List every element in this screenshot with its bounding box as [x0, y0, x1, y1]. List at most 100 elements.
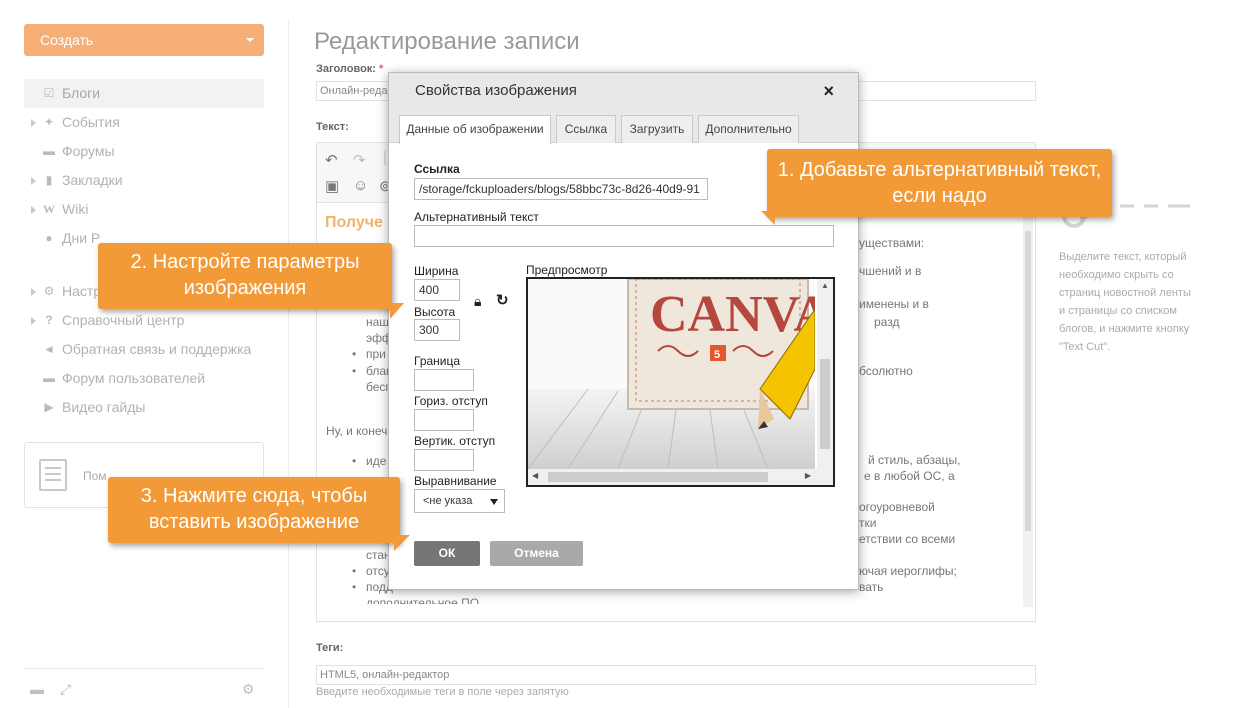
create-button[interactable]: Создать [24, 24, 264, 56]
sidebar-item-help-center[interactable]: ? Справочный центр [24, 306, 264, 335]
expand-window-icon[interactable]: ⤢ [60, 681, 71, 698]
tab-link[interactable]: Ссылка [556, 115, 616, 143]
vspace-label: Вертик. отступ [414, 434, 496, 448]
cancel-button[interactable]: Отмена [490, 541, 583, 566]
sidebar-item-blogs[interactable]: ☑ Блоги [24, 79, 264, 108]
expand-icon[interactable] [31, 177, 36, 185]
editor-text: вать [859, 580, 884, 594]
tab-image-info[interactable]: Данные об изображении [399, 115, 551, 144]
close-icon[interactable]: × [823, 81, 834, 102]
editor-text: дополнительное ПО. [366, 596, 483, 604]
sidebar-item-user-forum[interactable]: ▬ Форум пользователей [24, 364, 264, 393]
align-select-value: <не указа [423, 495, 473, 507]
sidebar-item-wiki[interactable]: W Wiki [24, 195, 264, 224]
editor-heading: Получе [325, 214, 383, 231]
image-preview: CANVAS 5 ▲ ◀ ▶ [526, 277, 835, 487]
sidebar-item-label: Справочный центр [62, 312, 185, 328]
toolbar-separator: | [383, 149, 387, 166]
editor-text: отсу [366, 564, 390, 578]
required-marker: * [379, 63, 384, 75]
page-title: Редактирование записи [314, 28, 580, 55]
hspace-label: Гориз. отступ [414, 394, 488, 408]
bookmark-icon: ▮ [45, 173, 53, 187]
sidebar-item-forums[interactable]: ▬ Форумы [24, 137, 264, 166]
editor-text: • [352, 454, 357, 468]
width-input[interactable]: 400 [414, 279, 460, 301]
url-input[interactable]: /storage/fckuploaders/blogs/58bbc73c-8d2… [414, 178, 708, 200]
sidebar-item-feedback[interactable]: ◄ Обратная связь и поддержка [24, 335, 264, 364]
expand-icon[interactable] [31, 288, 36, 296]
chat-icon[interactable]: ▬ [30, 681, 44, 697]
sidebar-item-events[interactable]: ✦ События [24, 108, 264, 137]
sidebar-item-label: Форум пользователей [62, 370, 206, 386]
pin-icon: ✦ [43, 115, 55, 129]
title-label: Заголовок: * [316, 63, 383, 75]
vspace-input[interactable] [414, 449, 474, 471]
callout-size: 2. Настройте параметры изображения [98, 243, 404, 319]
sidebar-item-video-guides[interactable]: ▶ Видео гайды [24, 393, 264, 422]
alt-text-label: Альтернативный текст [414, 210, 539, 224]
preview-scrollbar-thumb[interactable] [820, 359, 830, 449]
sidebar-item-label: Блоги [62, 85, 101, 101]
dialog-title: Свойства изображения [415, 82, 577, 99]
align-select[interactable]: <не указа [414, 489, 505, 513]
editor-scrollbar[interactable] [1023, 207, 1033, 607]
lock-ratio-icon[interactable]: 🔒︎ [474, 293, 481, 310]
callout-text: 3. Нажмите сюда, чтобы вставить изображе… [140, 485, 368, 533]
canvas-logo-image: CANVAS 5 [528, 279, 815, 469]
sidebar-item-label: Форумы [62, 143, 115, 159]
svg-text:5: 5 [714, 349, 720, 361]
expand-icon[interactable] [31, 206, 36, 214]
smiley-icon[interactable]: ☺ [353, 177, 368, 194]
gear-icon[interactable]: ⚙ [242, 681, 255, 698]
height-label: Высота [414, 305, 456, 319]
promo-text: Пом [83, 469, 107, 483]
edit-icon: ☑ [43, 86, 55, 100]
height-input[interactable]: 300 [414, 319, 460, 341]
dialog-header: Свойства изображения × Данные об изображ… [389, 73, 858, 144]
preview-vertical-scrollbar[interactable]: ▲ [817, 279, 833, 469]
tab-advanced[interactable]: Дополнительно [698, 115, 799, 143]
editor-text: тки [859, 516, 877, 530]
expand-icon[interactable] [31, 119, 36, 127]
align-label: Выравнивание [414, 474, 497, 488]
chat-icon: ▬ [43, 144, 55, 158]
url-label: Ссылка [414, 162, 460, 176]
divider [288, 20, 289, 708]
editor-text: й стиль, абзацы, [868, 453, 961, 467]
undo-icon[interactable]: ↶ [325, 151, 338, 169]
ok-button[interactable]: ОК [414, 541, 480, 566]
chevron-down-icon [490, 499, 498, 505]
sidebar-item-label: Видео гайды [62, 399, 146, 415]
create-button-label: Создать [40, 32, 94, 48]
wiki-icon: W [43, 202, 55, 216]
image-icon[interactable]: ▣ [325, 177, 339, 195]
sidebar-footer: ▬ ⤢ ⚙ [24, 668, 264, 708]
editor-text: разд [874, 315, 900, 329]
editor-text: огоуровневой [859, 500, 935, 514]
sidebar-item-label: События [62, 114, 120, 130]
editor-text: • [352, 364, 357, 378]
tab-upload[interactable]: Загрузить [621, 115, 693, 143]
tags-input[interactable]: HTML5, онлайн-редактор [316, 665, 1036, 685]
video-icon: ▶ [44, 400, 54, 414]
editor-text: • [352, 347, 357, 361]
expand-icon[interactable] [31, 317, 36, 325]
redo-icon[interactable]: ↷ [353, 151, 366, 169]
editor-scrollbar-thumb[interactable] [1025, 231, 1031, 531]
editor-text: именены и в [859, 297, 929, 311]
hspace-input[interactable] [414, 409, 474, 431]
border-input[interactable] [414, 369, 474, 391]
preview-scrollbar-thumb[interactable] [548, 472, 768, 482]
editor-text: иде [366, 454, 387, 468]
sidebar-item-bookmarks[interactable]: ▮ Закладки [24, 166, 264, 195]
sidebar-item-label: Обратная связь и поддержка [62, 341, 252, 357]
alt-text-input[interactable] [414, 225, 834, 247]
chevron-down-icon[interactable] [246, 38, 254, 42]
preview-horizontal-scrollbar[interactable]: ◀ ▶ [528, 469, 833, 485]
reset-size-icon[interactable]: ↻ [496, 291, 509, 309]
checklist-icon [39, 459, 67, 491]
editor-text: при [366, 347, 386, 361]
megaphone-icon: ◄ [43, 342, 55, 356]
callout-text: 1. Добавьте альтернативный текст, если н… [777, 159, 1102, 207]
